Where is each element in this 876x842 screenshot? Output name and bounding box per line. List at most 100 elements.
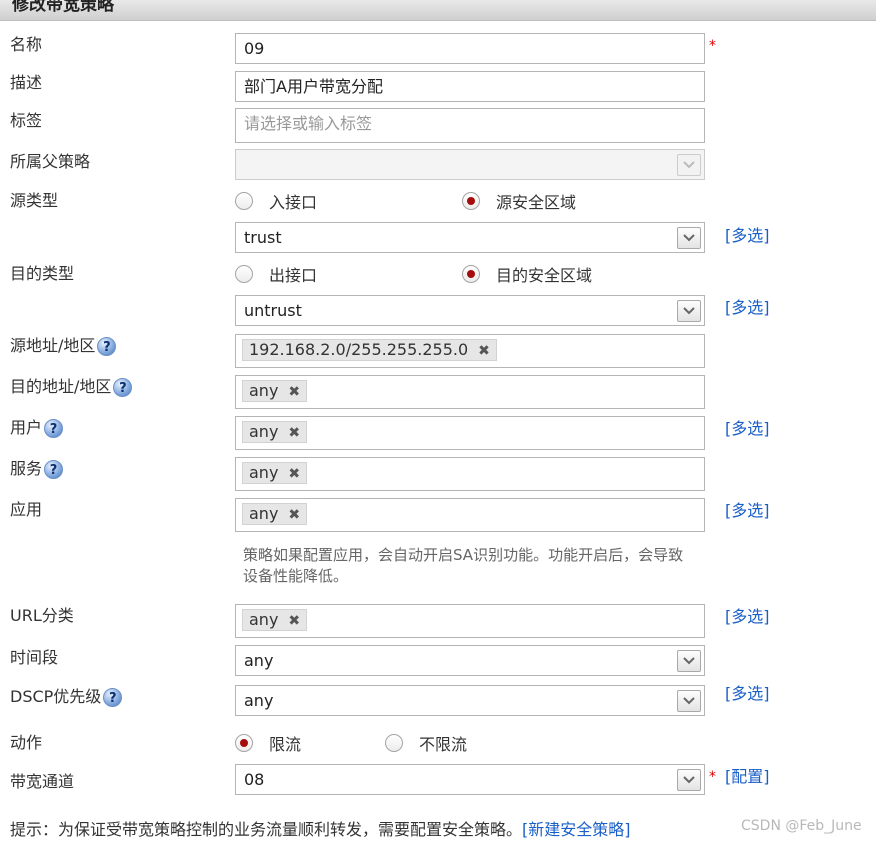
dest-address-label: 目的地址/地区? — [10, 377, 133, 397]
help-icon[interactable]: ? — [44, 460, 64, 479]
chevron-down-icon[interactable] — [677, 300, 701, 322]
source-zone-value: trust — [244, 228, 282, 247]
help-icon[interactable]: ? — [103, 688, 123, 707]
remove-icon[interactable]: ✖ — [288, 382, 300, 402]
tags-input[interactable]: 请选择或输入标签 — [235, 108, 705, 143]
url-category-tag-text: any — [249, 610, 279, 629]
remove-icon[interactable]: ✖ — [288, 423, 300, 443]
bandwidth-channel-required-mark: * — [709, 769, 716, 785]
bandwidth-channel-label: 带宽通道 — [10, 772, 75, 791]
url-category-tag: any ✖ — [242, 609, 308, 631]
action-no-limit-label: 不限流 — [419, 735, 468, 754]
remove-icon[interactable]: ✖ — [288, 505, 300, 525]
dialog-title-bar: 修改带宽策略 — [0, 0, 876, 21]
source-zone-select[interactable]: trust — [235, 222, 705, 253]
user-input[interactable]: any ✖ — [235, 416, 705, 450]
parent-policy-select — [235, 149, 705, 180]
source-address-tag-text: 192.168.2.0/255.255.255.0 — [249, 340, 469, 359]
name-input[interactable]: 09 — [235, 33, 705, 64]
chevron-down-icon[interactable] — [677, 690, 701, 712]
source-address-label: 源地址/地区? — [10, 336, 117, 356]
application-tag-text: any — [249, 504, 279, 523]
description-value: 部门A用户带宽分配 — [244, 77, 383, 96]
chevron-down-icon — [677, 154, 701, 176]
tip-text: 提示：为保证受带宽策略控制的业务流量顺利转发，需要配置安全策略。[新建安全策略] — [10, 816, 631, 840]
tip-message: 提示：为保证受带宽策略控制的业务流量顺利转发，需要配置安全策略。 — [10, 820, 523, 839]
dscp-label: DSCP优先级? — [10, 687, 123, 707]
dscp-value: any — [244, 691, 274, 710]
remove-icon[interactable]: ✖ — [288, 464, 300, 484]
dest-zone-value: untrust — [244, 301, 302, 320]
dscp-multi-link[interactable]: [多选] — [725, 684, 770, 704]
user-label: 用户? — [10, 418, 64, 438]
dest-address-input[interactable]: any ✖ — [235, 375, 705, 409]
radio-checked-icon — [462, 192, 480, 210]
radio-unchecked-icon — [385, 734, 403, 752]
service-input[interactable]: any ✖ — [235, 457, 705, 491]
watermark: CSDN @Feb_June — [741, 818, 862, 834]
dest-address-tag: any ✖ — [242, 380, 308, 402]
source-type-interface-label: 入接口 — [269, 193, 318, 212]
application-multi-link[interactable]: [多选] — [725, 501, 770, 521]
url-category-input[interactable]: any ✖ — [235, 604, 705, 638]
action-limit-label: 限流 — [269, 735, 302, 754]
remove-icon[interactable]: ✖ — [478, 341, 490, 361]
chevron-down-icon[interactable] — [677, 227, 701, 249]
application-note: 策略如果配置应用，会自动开启SA识别功能。功能开启后，会导致设备性能降低。 — [243, 546, 684, 585]
radio-unchecked-icon — [235, 265, 253, 283]
radio-unchecked-icon — [235, 192, 253, 210]
source-address-input[interactable]: 192.168.2.0/255.255.255.0 ✖ — [235, 334, 705, 368]
source-type-label: 源类型 — [10, 191, 59, 210]
chevron-down-icon[interactable] — [677, 650, 701, 672]
source-type-zone-label: 源安全区域 — [496, 193, 577, 212]
radio-checked-icon — [462, 265, 480, 283]
description-label: 描述 — [10, 73, 43, 92]
dest-address-label-text: 目的地址/地区 — [10, 377, 112, 396]
name-value: 09 — [244, 39, 265, 58]
user-multi-link[interactable]: [多选] — [725, 419, 770, 439]
help-icon[interactable]: ? — [44, 419, 64, 438]
dscp-select[interactable]: any — [235, 685, 705, 716]
application-label: 应用 — [10, 500, 43, 519]
url-category-multi-link[interactable]: [多选] — [725, 607, 770, 627]
remove-icon[interactable]: ✖ — [288, 611, 300, 631]
application-input[interactable]: any ✖ — [235, 498, 705, 532]
dest-type-label: 目的类型 — [10, 264, 75, 283]
dest-type-zone-label: 目的安全区域 — [496, 266, 593, 285]
source-zone-multi-link[interactable]: [多选] — [725, 226, 770, 246]
source-type-zone-radio[interactable]: 源安全区域 — [462, 189, 576, 213]
bandwidth-channel-config-link[interactable]: [配置] — [725, 767, 770, 787]
user-tag-text: any — [249, 422, 279, 441]
dest-type-zone-radio[interactable]: 目的安全区域 — [462, 262, 592, 286]
service-label: 服务? — [10, 459, 64, 479]
source-address-tag: 192.168.2.0/255.255.255.0 ✖ — [242, 339, 497, 361]
dest-zone-multi-link[interactable]: [多选] — [725, 298, 770, 318]
time-range-label: 时间段 — [10, 648, 59, 667]
bandwidth-channel-value: 08 — [244, 770, 265, 789]
url-category-label: URL分类 — [10, 606, 74, 625]
user-tag: any ✖ — [242, 421, 308, 443]
user-label-text: 用户 — [10, 418, 43, 437]
new-security-policy-link[interactable]: [新建安全策略] — [522, 820, 631, 839]
source-type-interface-radio[interactable]: 入接口 — [235, 189, 317, 213]
chevron-down-icon[interactable] — [677, 769, 701, 791]
time-range-select[interactable]: any — [235, 645, 705, 676]
bandwidth-channel-select[interactable]: 08 — [235, 764, 705, 795]
dialog-title: 修改带宽策略 — [12, 0, 114, 15]
help-icon[interactable]: ? — [97, 337, 117, 356]
service-label-text: 服务 — [10, 459, 43, 478]
help-icon[interactable]: ? — [113, 378, 133, 397]
description-input[interactable]: 部门A用户带宽分配 — [235, 71, 705, 102]
action-limit-radio[interactable]: 限流 — [235, 731, 301, 755]
dest-zone-select[interactable]: untrust — [235, 295, 705, 326]
service-tag: any ✖ — [242, 462, 308, 484]
service-tag-text: any — [249, 463, 279, 482]
name-required-mark: * — [709, 38, 716, 54]
source-address-label-text: 源地址/地区 — [10, 336, 96, 355]
action-label: 动作 — [10, 733, 43, 752]
dest-type-interface-radio[interactable]: 出接口 — [235, 262, 317, 286]
dest-type-interface-label: 出接口 — [269, 266, 318, 285]
time-range-value: any — [244, 651, 274, 670]
action-no-limit-radio[interactable]: 不限流 — [385, 731, 467, 755]
radio-checked-icon — [235, 734, 253, 752]
